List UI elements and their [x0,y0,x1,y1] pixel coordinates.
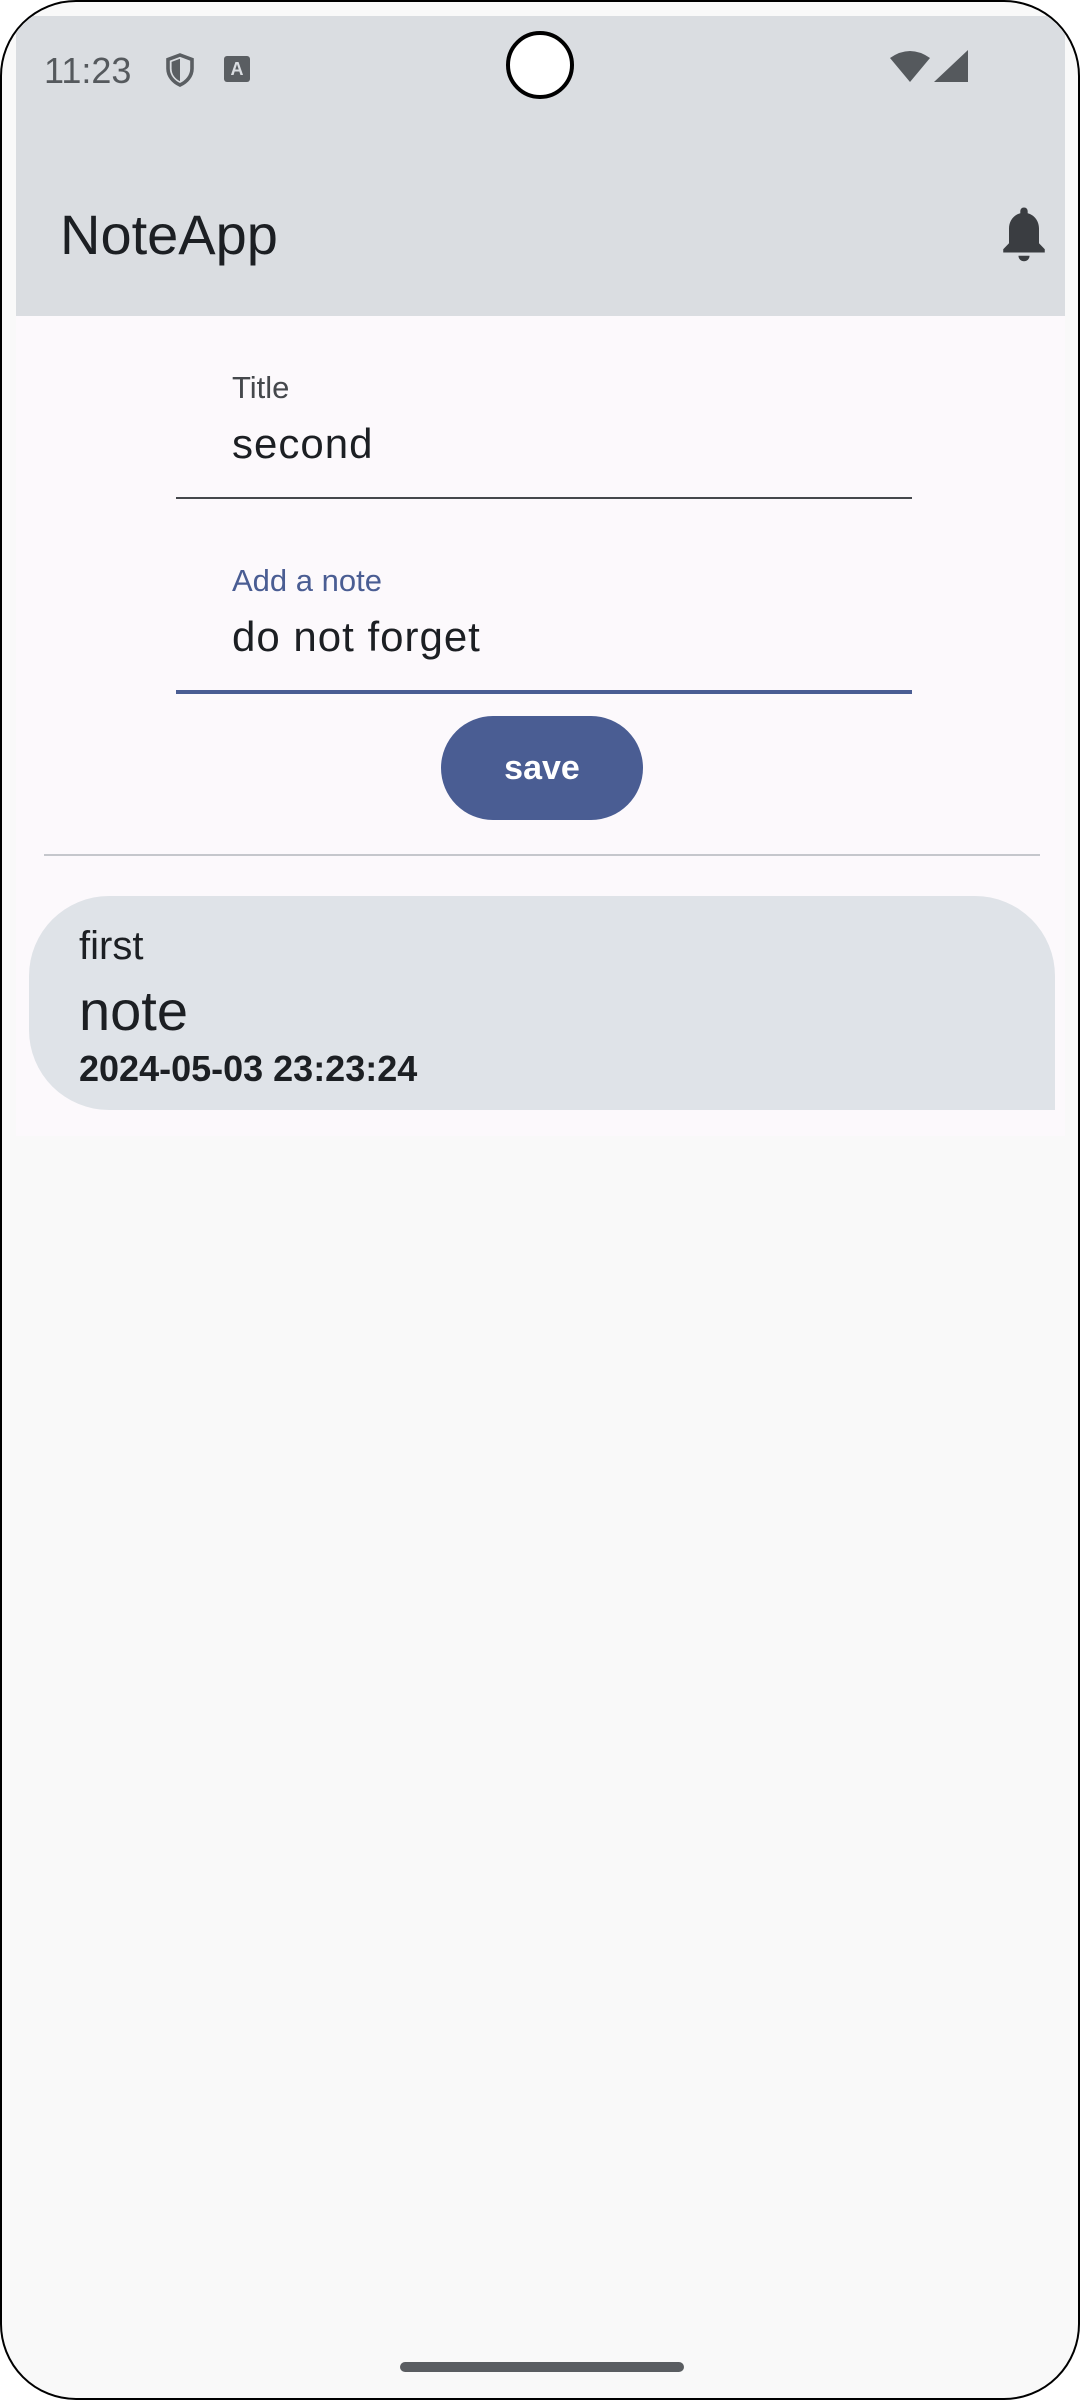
title-input[interactable]: second [232,420,373,468]
title-field[interactable]: Title second [176,366,912,506]
note-field-label: Add a note [232,563,382,598]
bell-icon[interactable] [996,204,1052,264]
camera-cutout [506,31,574,99]
list-item[interactable]: first note 2024-05-03 23:23:24 [29,896,1055,1110]
save-button[interactable]: save [441,716,643,820]
note-input[interactable]: do not forget [232,613,481,661]
wifi-icon [890,51,930,82]
note-timestamp: 2024-05-03 23:23:24 [79,1048,418,1089]
home-indicator[interactable] [400,2362,684,2372]
app-title: NoteApp [60,203,278,266]
note-field-underline [176,690,912,694]
note-field[interactable]: Add a note do not forget [176,559,912,699]
status-time: 11:23 [44,50,132,91]
phone-frame: 11:23 A NoteApp Title second Add a note … [0,0,1080,2400]
a-box-icon: A [224,56,250,82]
note-title: first [79,924,144,968]
signal-icon [934,50,968,82]
title-field-underline [176,497,912,499]
note-body: note [79,979,188,1042]
title-field-label: Title [232,370,290,405]
shield-icon [166,53,194,87]
main-content: Title second Add a note do not forget sa… [16,316,1065,1136]
divider [44,854,1040,856]
